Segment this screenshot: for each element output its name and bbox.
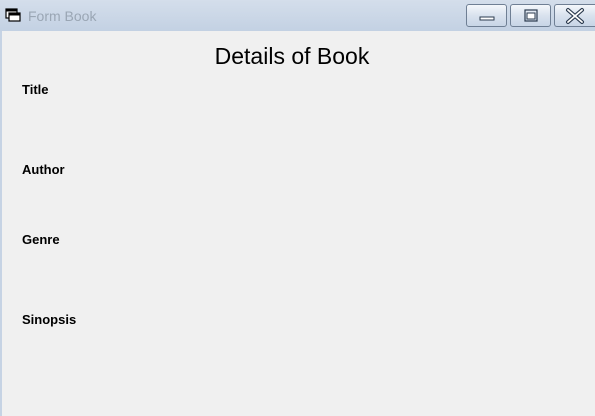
genre-label: Genre bbox=[22, 232, 60, 247]
title-label: Title bbox=[22, 82, 49, 97]
form-window-icon[interactable] bbox=[5, 8, 21, 22]
maximize-icon bbox=[524, 9, 538, 22]
page-title: Details of Book bbox=[214, 43, 370, 69]
minimize-icon bbox=[479, 16, 495, 21]
form-book-window: Form Book Details of Book Title Author G… bbox=[0, 0, 595, 416]
minimize-button[interactable] bbox=[466, 4, 507, 27]
form-client-area: Details of Book Title Author Genre Sinop… bbox=[2, 31, 595, 416]
maximize-button[interactable] bbox=[510, 4, 551, 27]
title-bar[interactable]: Form Book bbox=[0, 0, 595, 31]
close-icon bbox=[566, 8, 584, 24]
author-label: Author bbox=[22, 162, 65, 177]
window-title: Form Book bbox=[28, 8, 97, 24]
close-button[interactable] bbox=[554, 4, 595, 27]
sinopsis-label: Sinopsis bbox=[22, 312, 77, 327]
